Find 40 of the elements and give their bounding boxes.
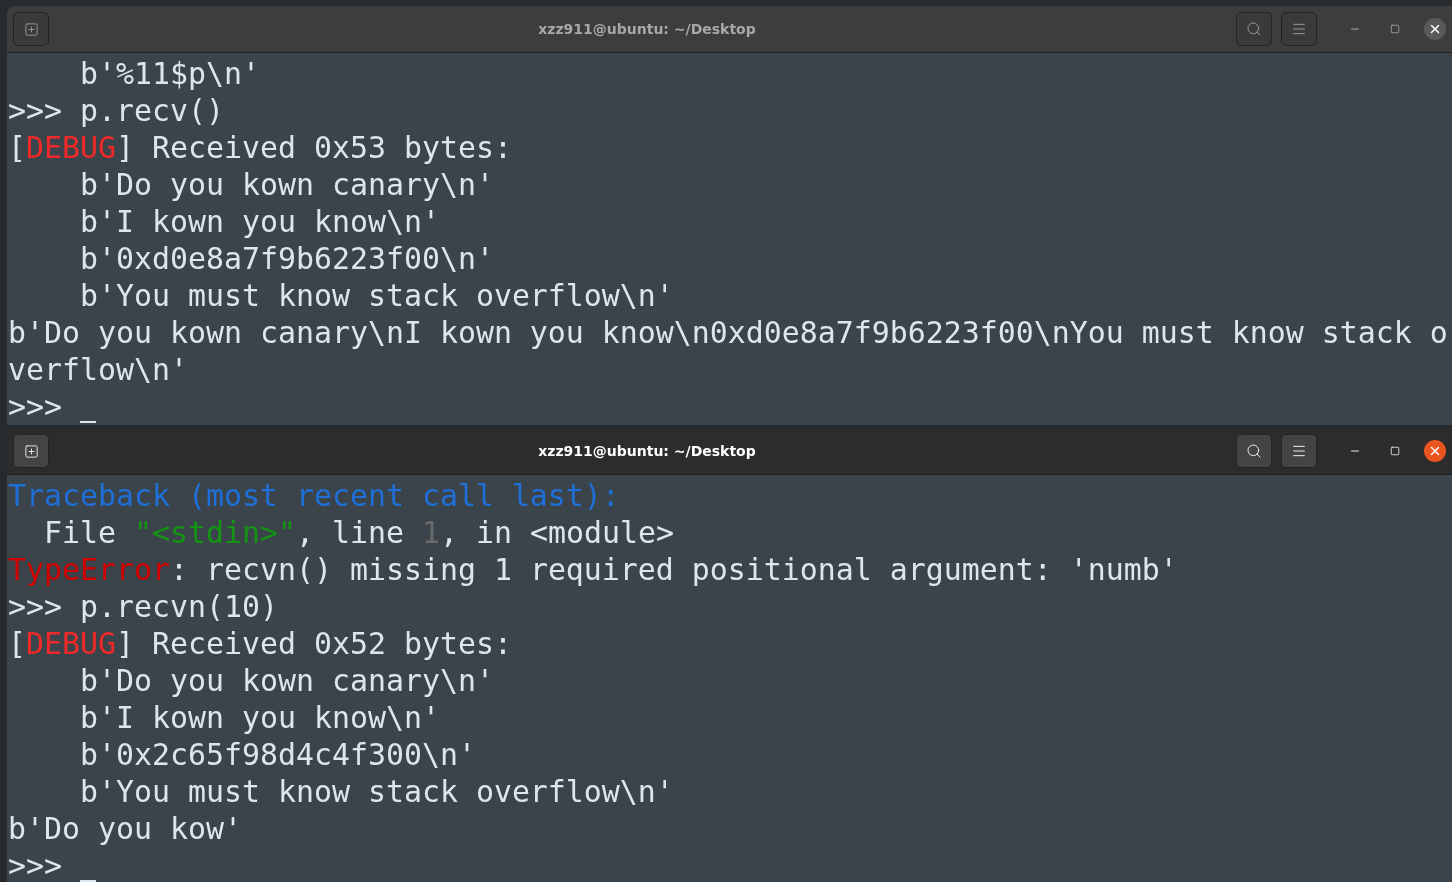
terminal-line: [DEBUG] Received 0x52 bytes: xyxy=(8,625,512,662)
terminal-line: TypeError: recvn() missing 1 required positional argument: 'numb' xyxy=(8,551,1178,588)
terminal-line: b'0x2c65f98d4c4f300\n' xyxy=(78,736,476,773)
close-button[interactable] xyxy=(1424,18,1446,40)
terminal-line: b'I kown you know\n' xyxy=(78,699,440,736)
terminal-line: >>> xyxy=(8,847,63,882)
menu-button[interactable] xyxy=(1281,434,1317,468)
menu-icon xyxy=(1291,21,1307,37)
search-button[interactable] xyxy=(1236,434,1272,468)
window-title: xzz911@ubuntu: ~/Desktop xyxy=(537,443,757,459)
terminal-line: b'Do you kow' xyxy=(8,810,242,847)
menu-button[interactable] xyxy=(1281,12,1317,46)
terminal-line: b'You must know stack overflow\n' xyxy=(78,773,674,810)
terminal-line: b'You must know stack overflow\n' xyxy=(78,277,674,314)
terminal-line: b'Do you kown canary\n' xyxy=(78,166,494,203)
close-icon xyxy=(1428,22,1442,36)
terminal-line: b'I kown you know\n' xyxy=(78,203,440,240)
search-icon xyxy=(1246,443,1262,459)
close-icon xyxy=(1428,444,1442,458)
plus-icon xyxy=(23,443,39,459)
terminal-line: verflow\n' xyxy=(8,351,188,388)
terminal-line: [DEBUG] Received 0x53 bytes: xyxy=(8,129,512,166)
window-title: xzz911@ubuntu: ~/Desktop xyxy=(537,21,757,37)
maximize-icon xyxy=(1390,446,1400,456)
terminal-line: b'0xd0e8a7f9b6223f00\n' xyxy=(78,240,494,277)
close-button[interactable] xyxy=(1424,440,1446,462)
terminal-line: b'%11$p\n' xyxy=(78,55,260,92)
terminal-line: >>> p.recvn(10) xyxy=(8,588,278,625)
maximize-icon xyxy=(1390,24,1400,34)
plus-icon xyxy=(23,21,39,37)
terminal-line: Traceback (most recent call last): xyxy=(8,477,620,514)
terminal-line: b'Do you kown canary\nI kown you know\n0xd0e8a7f9b6223f00\nYou must know stack o xyxy=(8,314,1448,351)
new-tab-button[interactable] xyxy=(13,12,49,46)
search-button[interactable] xyxy=(1236,12,1272,46)
search-icon xyxy=(1246,21,1262,37)
new-tab-button[interactable] xyxy=(13,434,49,468)
terminal-line: b'Do you kown canary\n' xyxy=(78,662,494,699)
menu-icon xyxy=(1291,443,1307,459)
terminal-line: >>> p.recv() xyxy=(8,92,224,129)
terminal-line: >>> xyxy=(8,388,63,425)
